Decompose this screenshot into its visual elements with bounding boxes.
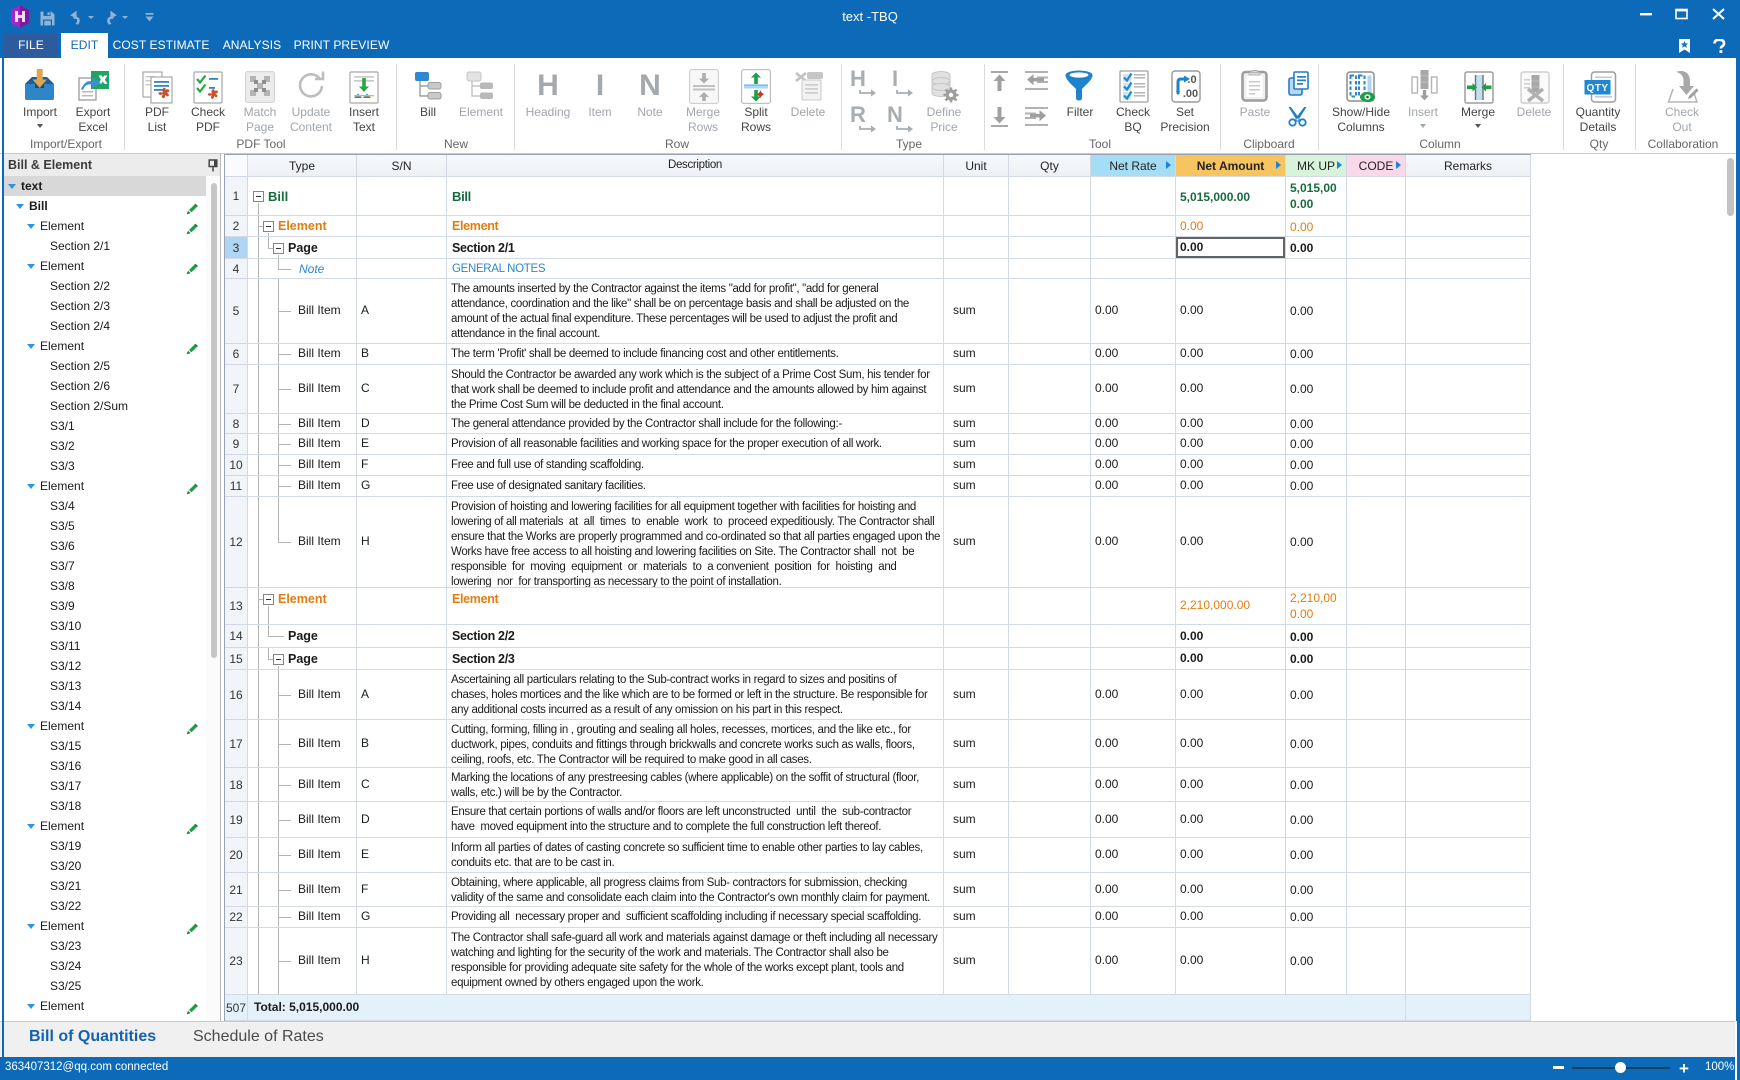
svg-text:N: N	[639, 69, 661, 102]
svg-text:R: R	[850, 105, 866, 127]
svg-text:.00: .00	[1183, 88, 1198, 100]
svg-text:I: I	[892, 69, 898, 91]
svg-text:I: I	[596, 69, 604, 102]
svg-text:QTY: QTY	[1586, 83, 1608, 94]
svg-text:.0: .0	[1187, 74, 1196, 86]
svg-text:H: H	[537, 69, 559, 102]
svg-text:H: H	[850, 69, 866, 91]
